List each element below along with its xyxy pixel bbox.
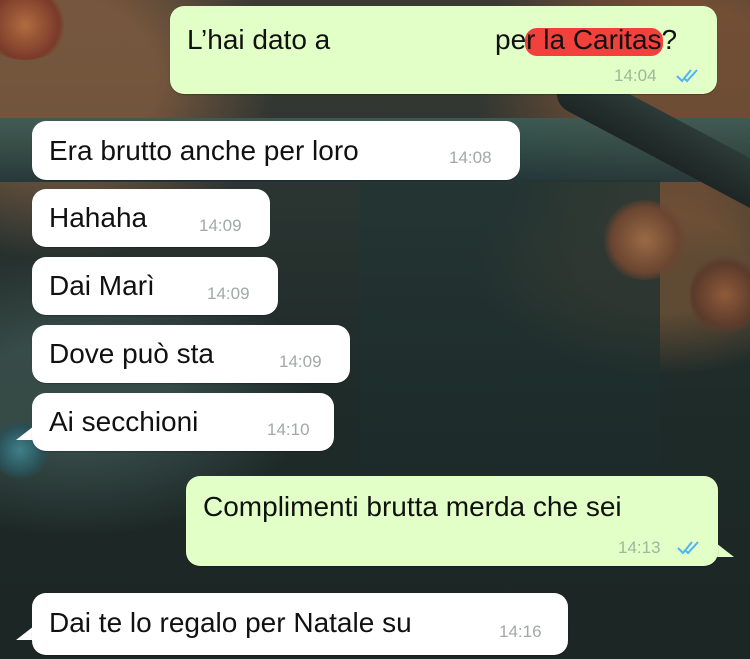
message-text: Complimenti brutta merda che sei <box>203 491 622 522</box>
incoming-message[interactable]: Hahaha 14:09 <box>32 189 270 247</box>
outgoing-message[interactable]: Complimenti brutta merda che sei 14:13 <box>186 476 718 566</box>
message-text: Hahaha <box>49 202 148 233</box>
message-text: Era brutto anche per loro <box>49 135 359 166</box>
double-check-icon <box>676 69 698 83</box>
message-text: Ai secchioni <box>49 406 199 437</box>
incoming-message[interactable]: Dai Marì 14:09 <box>32 257 278 315</box>
message-time: 14:09 <box>207 284 250 303</box>
message-time: 14:09 <box>199 216 242 235</box>
outgoing-message[interactable]: L’hai dato a per la Caritas? 14:04 <box>170 6 717 94</box>
message-text: Dai Marì <box>49 270 155 301</box>
message-time: 14:10 <box>267 420 310 439</box>
message-text: Dove può sta <box>49 338 214 369</box>
message-text-start: L’hai dato a <box>187 24 331 55</box>
message-list[interactable]: L’hai dato a per la Caritas? 14:04 Era b… <box>0 0 750 659</box>
incoming-message[interactable]: Dai te lo regalo per Natale su 14:16 <box>32 593 568 655</box>
incoming-message[interactable]: Ai secchioni 14:10 <box>32 393 334 451</box>
message-text-end: per la Caritas? <box>495 24 678 55</box>
double-check-icon <box>677 541 699 555</box>
message-time: 14:13 <box>618 538 661 557</box>
message-time: 14:04 <box>614 66 657 85</box>
message-time: 14:09 <box>279 352 322 371</box>
incoming-message[interactable]: Era brutto anche per loro 14:08 <box>32 121 520 180</box>
message-time: 14:16 <box>499 622 542 641</box>
bubble-tail <box>716 543 734 557</box>
message-time: 14:08 <box>449 148 492 167</box>
message-text: Dai te lo regalo per Natale su <box>49 607 412 638</box>
incoming-message[interactable]: Dove può sta 14:09 <box>32 325 350 383</box>
